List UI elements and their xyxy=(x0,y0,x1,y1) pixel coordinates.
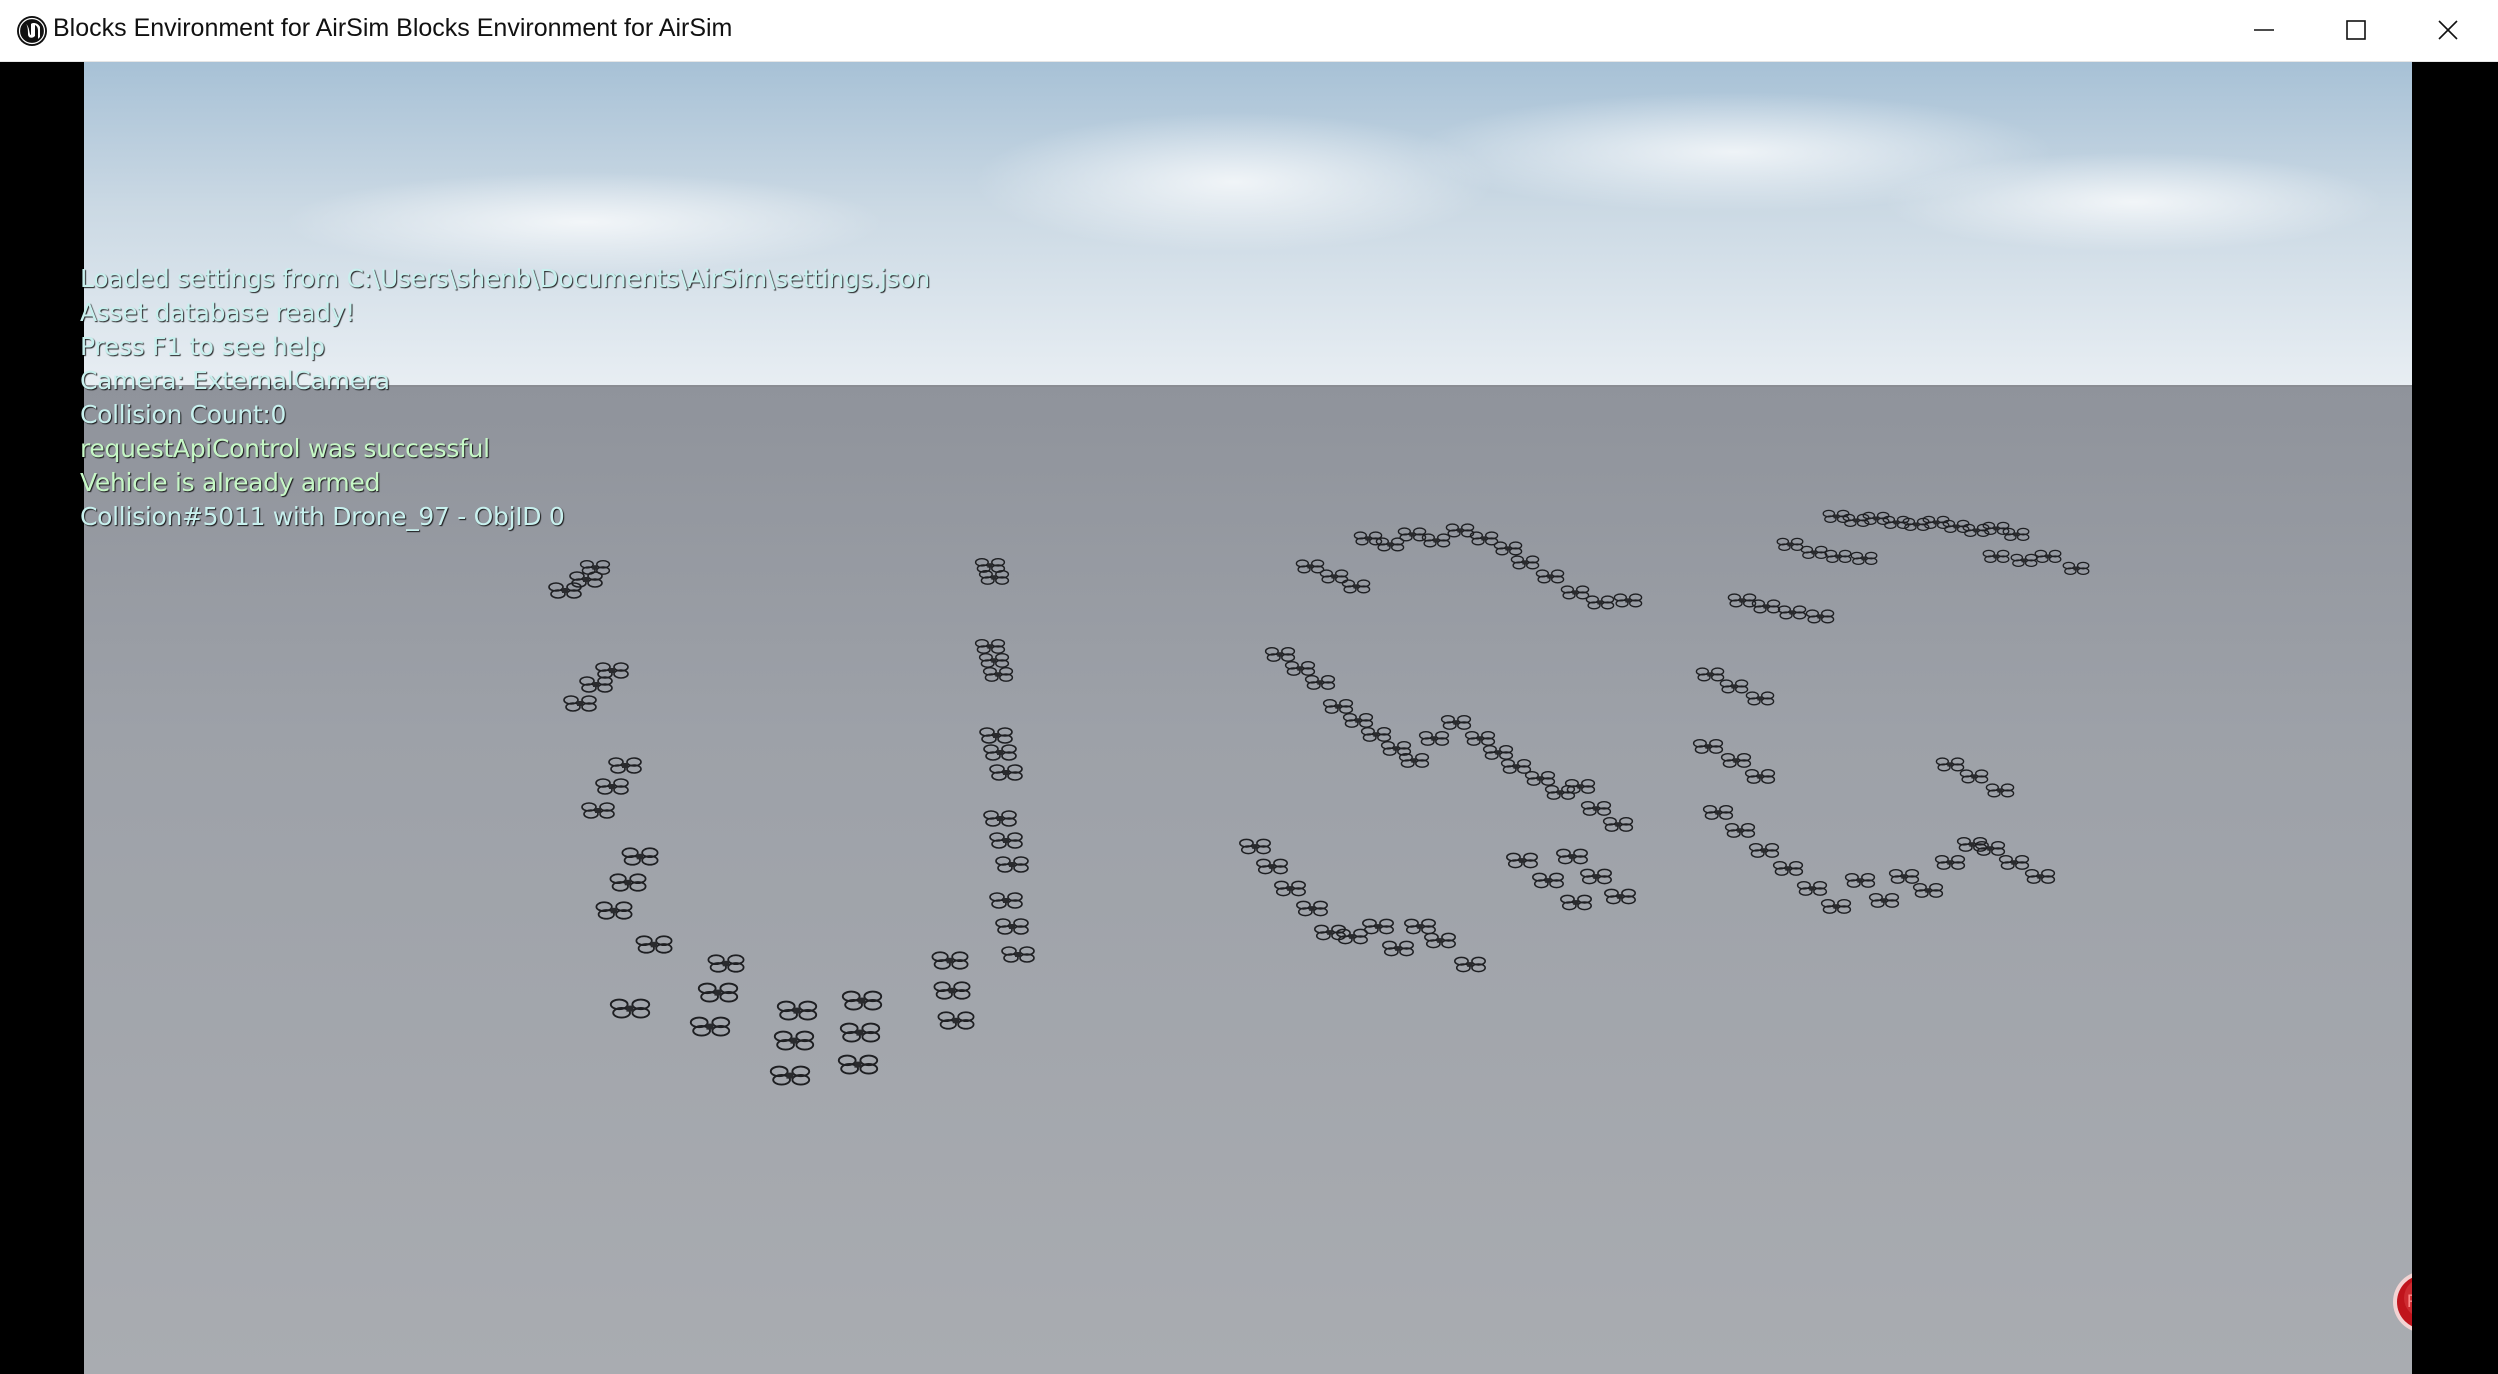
maximize-button[interactable] xyxy=(2310,0,2402,60)
minimize-icon xyxy=(2254,29,2274,31)
log-line-help: Press F1 to see help xyxy=(80,332,325,361)
record-label: REC xyxy=(2392,1270,2412,1334)
log-line-api-control: requestApiControl was successful xyxy=(80,434,490,463)
status-log: Loaded settings from C:\Users\shenb\Docu… xyxy=(80,262,930,534)
close-icon xyxy=(2438,20,2458,40)
ground-plane xyxy=(84,386,2412,1374)
log-line-asset-db: Asset database ready! xyxy=(80,298,355,327)
log-line-armed: Vehicle is already armed xyxy=(80,468,381,497)
close-button[interactable] xyxy=(2402,0,2494,60)
log-line-collision-count: Collision Count:0 xyxy=(80,400,287,429)
window-title: Blocks Environment for AirSim Blocks Env… xyxy=(53,14,733,42)
minimize-button[interactable] xyxy=(2218,0,2310,60)
simulation-viewport[interactable]: REC xyxy=(84,62,2412,1374)
log-line-settings: Loaded settings from C:\Users\shenb\Docu… xyxy=(80,264,930,293)
scene-render xyxy=(84,62,2412,1374)
log-line-collision: Collision#5011 with Drone_97 - ObjID 0 xyxy=(80,502,565,531)
title-bar[interactable]: Blocks Environment for AirSim Blocks Env… xyxy=(0,0,2498,62)
unreal-engine-icon xyxy=(17,16,47,46)
maximize-icon xyxy=(2346,20,2366,40)
log-line-camera: Camera: ExternalCamera xyxy=(80,366,390,395)
airsim-window: Blocks Environment for AirSim Blocks Env… xyxy=(0,0,2498,1374)
